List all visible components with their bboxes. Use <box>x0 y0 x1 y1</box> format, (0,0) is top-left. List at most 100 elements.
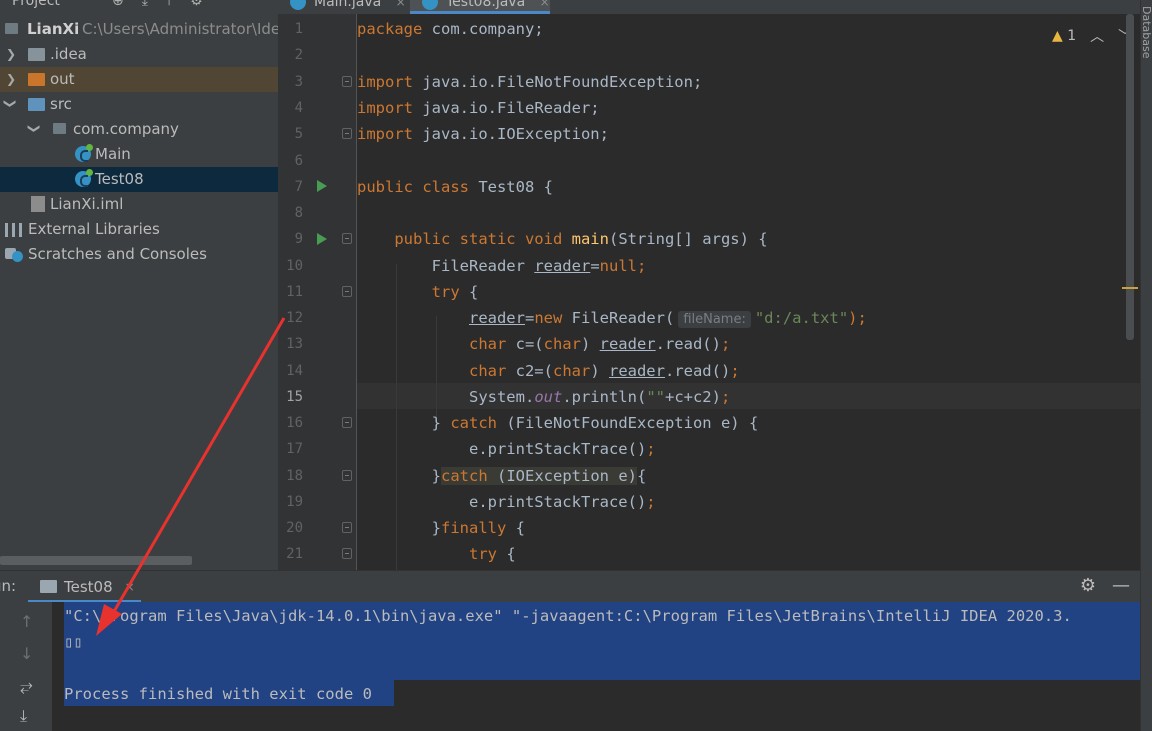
scratches-icon <box>5 246 23 262</box>
chevron-right-icon[interactable]: ❯ <box>6 67 18 92</box>
code-line: import java.io.FileNotFoundException; <box>357 73 703 91</box>
run-gutter-icon[interactable] <box>317 180 327 192</box>
fold-icon[interactable] <box>342 417 352 428</box>
parameter-hint: fileName: <box>678 311 751 328</box>
tab-test08-java[interactable]: Test08.java × <box>410 0 550 14</box>
tree-item-test08[interactable]: Test08 <box>0 167 278 192</box>
run-title: un: <box>0 577 17 595</box>
run-gutter-icon[interactable] <box>317 233 327 245</box>
line-number: 18 <box>286 468 303 484</box>
console-line: ▯▯ <box>64 633 83 651</box>
code-line: reader=new FileReader(fileName: "d:/a.txt… <box>468 309 867 328</box>
fold-icon[interactable] <box>342 522 352 533</box>
tab-label: Test08.java <box>446 0 526 10</box>
code-line: public static void main(String[] args) { <box>357 230 768 248</box>
arrow-up-icon[interactable]: ↑ <box>20 612 33 631</box>
inspection-widget[interactable]: ▲ 1 ︿ ﹀ <box>1052 26 1132 46</box>
code-editor[interactable]: 1 2 3 4 5 6 7 8 9 10 11 12 13 14 15 16 1… <box>278 14 1140 570</box>
line-number: 7 <box>294 179 303 195</box>
java-class-icon <box>290 0 306 10</box>
line-number: 14 <box>286 363 303 379</box>
tree-item-idea[interactable]: ❯ .idea <box>0 42 278 67</box>
close-icon[interactable]: × <box>396 0 406 9</box>
scroll-to-end-icon[interactable]: ⤓ <box>20 706 27 726</box>
expand-icon[interactable]: ⤒ <box>166 0 172 12</box>
tree-item-label: LianXi.iml <box>50 195 124 213</box>
chevron-down-icon[interactable]: ❯ <box>0 99 23 111</box>
arrow-down-icon[interactable]: ↓ <box>20 644 33 663</box>
tree-item-label: .idea <box>50 45 87 63</box>
tree-item-src[interactable]: ❯ src <box>0 92 278 117</box>
fold-icon[interactable] <box>342 548 352 559</box>
java-class-icon <box>75 144 93 162</box>
line-number: 20 <box>286 520 303 536</box>
console-icon <box>40 580 57 593</box>
tree-item-label: out <box>50 70 75 88</box>
line-number: 6 <box>294 153 303 169</box>
console-output[interactable]: "C:\Program Files\Java\jdk-14.0.1\bin\ja… <box>52 602 1140 731</box>
warning-icon: ▲ <box>1052 28 1063 44</box>
line-number: 9 <box>294 231 303 247</box>
gear-icon[interactable]: ⚙ <box>1080 575 1096 596</box>
chevron-down-icon[interactable]: ❯ <box>22 124 47 136</box>
line-number: 4 <box>294 100 303 116</box>
project-header: Project ⊕ ⤓ ⤒ ⚙ <box>0 0 278 12</box>
gear-icon[interactable]: ⚙ <box>190 0 203 12</box>
line-number: 3 <box>294 74 303 90</box>
run-tab-test08[interactable]: Test08 × <box>28 571 141 603</box>
tree-item-lianxi[interactable]: LianXi C:\Users\Administrator\Ide <box>0 17 278 42</box>
project-title[interactable]: Project <box>12 0 60 9</box>
line-number: 1 <box>294 21 303 37</box>
locate-icon[interactable]: ⊕ <box>112 0 124 12</box>
tab-main-java[interactable]: Main.java × <box>278 0 406 14</box>
excluded-folder-icon <box>28 73 45 86</box>
code-line: try { <box>357 545 516 563</box>
line-number: 21 <box>286 546 303 562</box>
previous-highlight-icon[interactable]: ︿ <box>1090 26 1104 46</box>
run-tool-window-header: un: Test08 × ⚙ — <box>0 570 1140 603</box>
console-line: Process finished with exit code 0 <box>64 685 372 703</box>
line-number: 17 <box>286 441 303 457</box>
line-number: 12 <box>286 310 303 326</box>
code-line: System.out.println(""+c+c2); <box>357 388 731 406</box>
right-tool-strip: Database <box>1140 0 1152 731</box>
chevron-right-icon[interactable]: ❯ <box>6 42 18 67</box>
line-number: 19 <box>286 494 303 510</box>
fold-icon[interactable] <box>342 233 352 244</box>
fold-icon[interactable] <box>342 470 352 481</box>
minimize-icon[interactable]: — <box>1112 575 1130 596</box>
tree-item-out[interactable]: ❯ out <box>0 67 278 92</box>
tree-item-label: com.company <box>73 120 179 138</box>
project-header-actions: ⊕ ⤓ ⤒ ⚙ <box>112 0 203 12</box>
warning-count[interactable]: ▲ 1 <box>1052 28 1076 44</box>
fold-icon[interactable] <box>342 128 352 139</box>
run-toolbar: ↑ ↓ ⥂ ⤓ <box>0 602 52 731</box>
code-line: e.printStackTrace(); <box>357 493 656 511</box>
code-line: public class Test08 { <box>357 178 553 196</box>
line-number: 16 <box>286 415 303 431</box>
source-folder-icon <box>28 98 45 111</box>
tree-item-scratches[interactable]: Scratches and Consoles <box>0 242 278 267</box>
tree-item-iml[interactable]: LianXi.iml <box>0 192 278 217</box>
code-line: char c2=(char) reader.read(); <box>468 362 740 380</box>
collapse-all-icon[interactable]: ⤓ <box>142 0 148 12</box>
database-tool-button[interactable]: Database <box>1141 6 1152 59</box>
tab-label: Main.java <box>314 0 382 10</box>
tree-item-main[interactable]: Main <box>0 142 278 167</box>
editor-vertical-scrollbar[interactable] <box>1126 14 1134 340</box>
code-line: FileReader reader=null; <box>357 257 647 275</box>
tree-item-com-company[interactable]: ❯ com.company <box>0 117 278 142</box>
code-line: try { <box>357 283 479 301</box>
close-icon[interactable]: × <box>540 0 550 9</box>
fold-icon[interactable] <box>342 76 352 87</box>
tree-item-label: LianXi <box>27 20 80 38</box>
tree-item-label: Scratches and Consoles <box>28 245 207 263</box>
console-line: "C:\Program Files\Java\jdk-14.0.1\bin\ja… <box>64 607 1072 625</box>
line-number: 2 <box>294 47 303 63</box>
fold-icon[interactable] <box>342 286 352 297</box>
close-icon[interactable]: × <box>125 571 135 603</box>
soft-wrap-icon[interactable]: ⥂ <box>20 676 33 696</box>
tree-item-external-libraries[interactable]: External Libraries <box>0 217 278 242</box>
warning-stripe-marker[interactable] <box>1122 287 1138 289</box>
project-horizontal-scrollbar[interactable] <box>0 556 192 565</box>
